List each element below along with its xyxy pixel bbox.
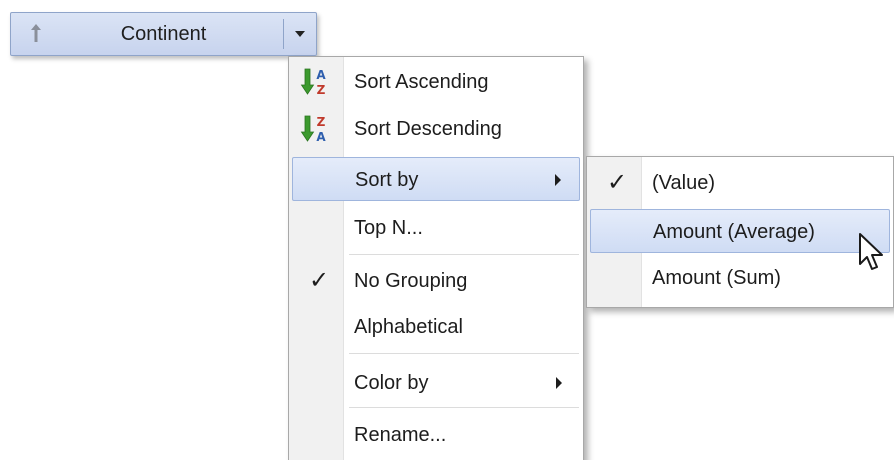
checkmark-icon: ✓ [309, 267, 330, 294]
menu-label-sort-descending: Sort Descending [354, 118, 502, 140]
menu-item-alphabetical[interactable]: Alphabetical [292, 305, 580, 349]
menu-label-sort-ascending: Sort Ascending [354, 71, 489, 93]
submenu-item-value[interactable]: ✓ (Value) [590, 161, 890, 205]
svg-text:A: A [316, 68, 326, 82]
dropdown-button[interactable] [284, 13, 316, 55]
menu-label-alphabetical: Alphabetical [354, 316, 463, 338]
menu-separator [349, 407, 579, 408]
checkmark-icon: ✓ [607, 169, 628, 196]
menu-item-sort-by[interactable]: Sort by [292, 157, 580, 201]
menu-label-sort-by: Sort by [355, 169, 419, 191]
menu-separator [349, 353, 579, 354]
sort-up-arrow-icon [31, 24, 41, 42]
mouse-cursor-icon [859, 233, 883, 270]
submenu-item-amount-sum[interactable]: Amount (Sum) [590, 256, 890, 300]
menu-item-color-by[interactable]: Color by [292, 361, 580, 405]
sort-descending-icon: Z A [300, 115, 326, 144]
canvas: Continent A Z Sort Ascending Z A Sort De [0, 0, 894, 460]
svg-text:A: A [316, 130, 326, 144]
menu-label-color-by: Color by [354, 372, 429, 394]
menu-label-top-n: Top N... [354, 217, 423, 239]
field-header-continent[interactable]: Continent [10, 12, 317, 56]
sort-ascending-icon: A Z [300, 68, 326, 97]
menu-item-sort-ascending[interactable]: A Z Sort Ascending [292, 60, 580, 104]
menu-item-top-n[interactable]: Top N... [292, 206, 580, 250]
svg-text:Z: Z [317, 83, 326, 97]
submenu-label-amount-average: Amount (Average) [653, 221, 815, 243]
menu-separator [349, 254, 579, 255]
menu-item-no-grouping[interactable]: ✓ No Grouping [292, 259, 580, 303]
submenu-label-amount-sum: Amount (Sum) [652, 267, 781, 289]
submenu-arrow-icon [556, 377, 562, 389]
submenu-item-amount-average[interactable]: Amount (Average) [590, 209, 890, 253]
svg-text:Z: Z [317, 115, 326, 129]
submenu-label-value: (Value) [652, 172, 715, 194]
menu-item-sort-descending[interactable]: Z A Sort Descending [292, 107, 580, 151]
menu-label-rename: Rename... [354, 424, 447, 446]
menu-label-no-grouping: No Grouping [354, 270, 468, 292]
sort-by-submenu: ✓ (Value) Amount (Average) Amount (Sum) [586, 156, 894, 308]
dropdown-triangle-icon [295, 31, 305, 37]
menu-item-rename[interactable]: Rename... [292, 413, 580, 457]
context-menu: A Z Sort Ascending Z A Sort Descending S… [288, 56, 584, 460]
submenu-arrow-icon [555, 174, 561, 186]
field-header-title: Continent [120, 23, 207, 45]
